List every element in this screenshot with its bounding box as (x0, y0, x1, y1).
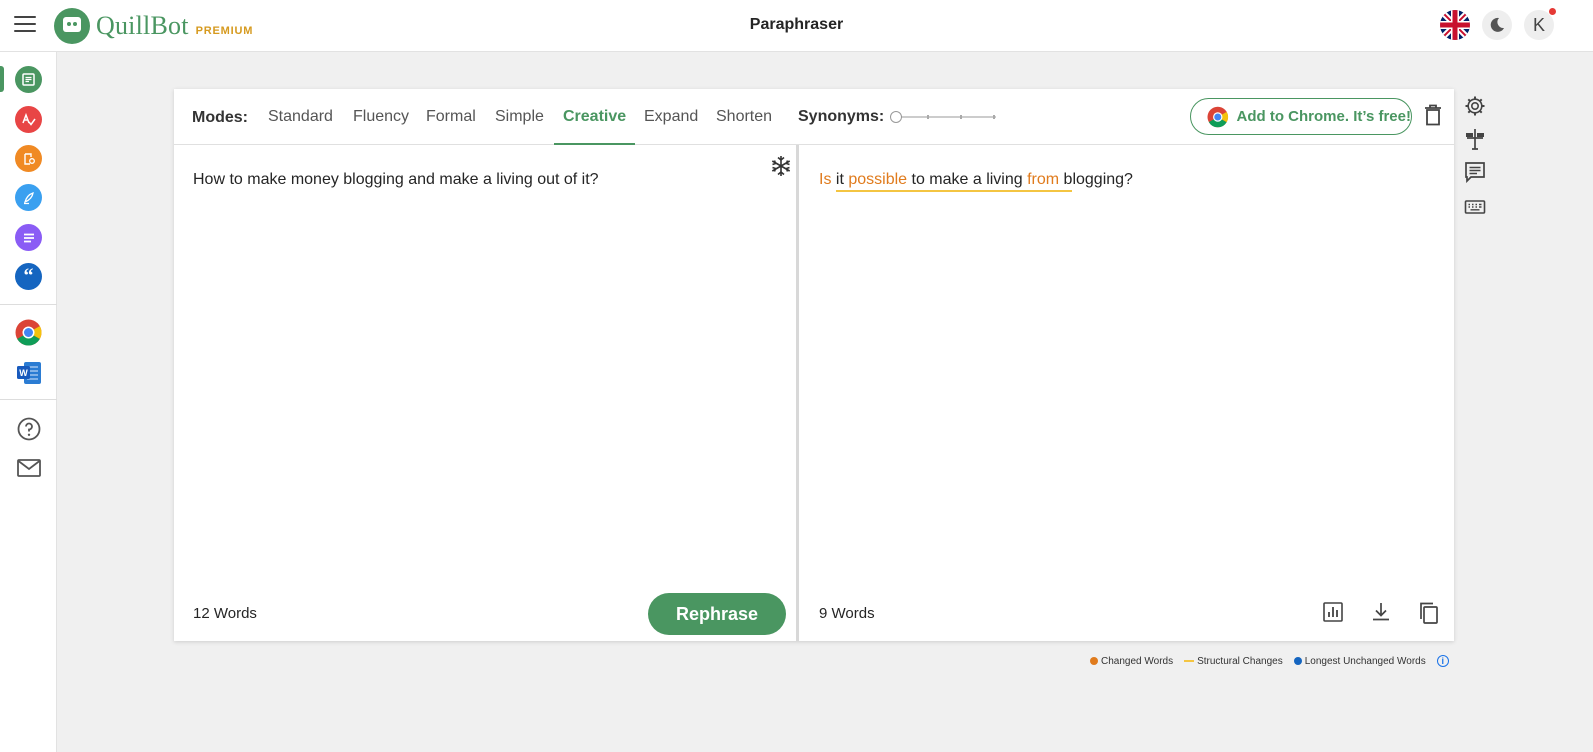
word-addin-icon[interactable]: W (15, 359, 42, 386)
legend-longest-unchanged: Longest Unchanged Words (1293, 656, 1426, 667)
grammar-check-icon[interactable] (15, 106, 42, 133)
comment-icon[interactable] (1464, 161, 1488, 185)
delete-icon[interactable] (1424, 104, 1442, 126)
statistics-icon[interactable] (1322, 601, 1346, 625)
output-word-count: 9 Words (819, 605, 875, 622)
paraphraser-editor: Modes: Standard Fluency Formal Simple Cr… (174, 89, 1454, 641)
keyboard-icon[interactable] (1464, 196, 1488, 220)
premium-badge: PREMIUM (195, 25, 254, 37)
moon-icon (1490, 17, 1504, 32)
add-to-chrome-button[interactable]: Add to Chrome. It’s free! (1190, 98, 1412, 135)
svg-text:W: W (19, 368, 28, 378)
settings-icon[interactable] (1464, 95, 1488, 119)
pane-divider (796, 145, 799, 641)
modes-bar: Modes: Standard Fluency Formal Simple Cr… (174, 89, 1454, 145)
rephrase-button[interactable]: Rephrase (648, 593, 786, 635)
synonyms-label: Synonyms: (798, 108, 885, 125)
quillbot-logo[interactable]: QuillBot PREMIUM (54, 8, 253, 44)
sidebar-divider (0, 304, 57, 305)
notification-dot (1548, 7, 1557, 16)
input-word-count: 12 Words (193, 605, 257, 622)
compare-modes-icon[interactable] (1464, 128, 1488, 152)
help-icon[interactable] (15, 415, 42, 442)
unchanged-text: blogging? (1059, 171, 1133, 188)
top-bar: QuillBot PREMIUM Paraphraser K (0, 0, 1593, 52)
active-indicator (0, 66, 4, 92)
chrome-extension-icon[interactable] (15, 319, 42, 346)
sidebar-divider (0, 399, 57, 400)
copy-icon[interactable] (1418, 601, 1442, 625)
input-text[interactable]: How to make money blogging and make a li… (193, 171, 599, 189)
freeze-words-icon[interactable] (770, 155, 792, 177)
dark-mode-toggle[interactable] (1482, 10, 1512, 40)
paraphraser-icon[interactable] (15, 66, 42, 93)
info-icon[interactable]: i (1436, 655, 1449, 667)
uk-flag-icon[interactable] (1440, 10, 1470, 40)
summarizer-icon[interactable] (15, 224, 42, 251)
mail-icon[interactable] (15, 454, 42, 481)
mode-tab-shorten[interactable]: Shorten (716, 108, 772, 126)
unchanged-text: to make a living (907, 171, 1028, 188)
mode-tab-simple[interactable]: Simple (495, 108, 544, 126)
changed-word[interactable]: from (1027, 171, 1059, 188)
sidebar: “ W (0, 52, 57, 752)
download-icon[interactable] (1370, 601, 1394, 625)
quote-icon[interactable]: “ (15, 263, 42, 290)
legend: Changed Words Structural Changes Longest… (1090, 655, 1449, 667)
plagiarism-icon[interactable] (15, 145, 42, 172)
mode-tab-fluency[interactable]: Fluency (353, 108, 409, 126)
mode-tab-formal[interactable]: Formal (426, 108, 476, 126)
mode-tab-standard[interactable]: Standard (268, 108, 333, 126)
add-to-chrome-label: Add to Chrome. It’s free! (1236, 108, 1411, 125)
brand-name: QuillBot (96, 11, 189, 40)
synonyms-slider-handle[interactable] (890, 111, 902, 123)
changed-word[interactable]: Is (819, 171, 831, 188)
unchanged-text: it (831, 171, 849, 188)
menu-icon[interactable] (14, 16, 36, 34)
pen-icon[interactable] (15, 184, 42, 211)
modes-label: Modes: (192, 109, 248, 126)
synonyms-slider-track[interactable] (894, 115, 996, 119)
chrome-icon (1207, 106, 1229, 127)
output-text[interactable]: Is it possible to make a living from blo… (819, 171, 1133, 189)
active-mode-underline (554, 143, 635, 145)
structural-change-underline (836, 190, 1072, 192)
mode-tab-expand[interactable]: Expand (644, 108, 698, 126)
changed-word[interactable]: possible (848, 171, 907, 188)
quillbot-logo-icon (54, 8, 90, 44)
mode-tab-creative[interactable]: Creative (563, 108, 626, 126)
legend-changed-words: Changed Words (1090, 656, 1173, 667)
legend-structural-changes: Structural Changes (1184, 656, 1283, 667)
